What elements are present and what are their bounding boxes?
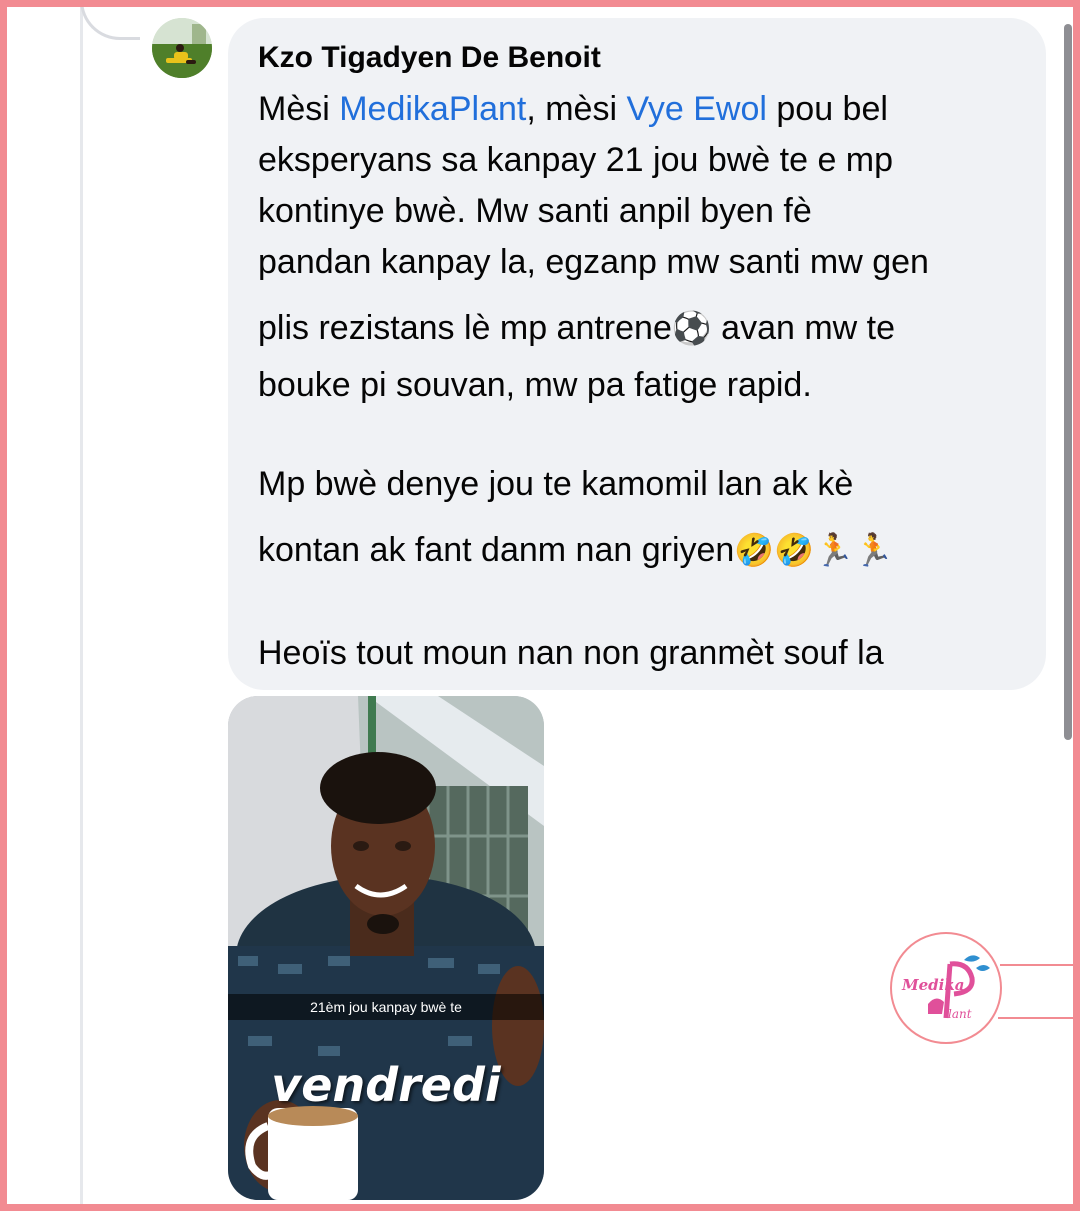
author-avatar[interactable] <box>152 18 212 78</box>
comment-bubble: Kzo Tigadyen De Benoit Mèsi MedikaPlant,… <box>228 18 1046 690</box>
comment-text: kontan ak fant danm nan griyen <box>258 531 735 569</box>
laughing-running-emoji-icon: 🤣🤣🏃🏃 <box>734 532 894 568</box>
comment-text: avan mw te <box>711 309 896 347</box>
comment-line: pandan kanpay la, egzanp mw santi mw gen <box>258 243 929 281</box>
comment-author[interactable]: Kzo Tigadyen De Benoit <box>258 40 1016 76</box>
comment-line: Mp bwè denye jou te kamomil lan ak kè <box>258 465 854 503</box>
comment-text: pou bel <box>766 90 888 128</box>
comment-text: , mèsi <box>526 90 627 128</box>
photo-day-text: vendredi <box>271 1058 501 1112</box>
comment-line: plis rezistans lè mp antrene⚽ avan mw te <box>258 296 1016 360</box>
comment-line: Mèsi MedikaPlant, mèsi Vye Ewol pou bel <box>258 84 1016 135</box>
comment-line: kontan ak fant danm nan griyen🤣🤣🏃🏃 <box>258 518 1016 582</box>
comment-text: plis rezistans lè mp antrene <box>258 309 672 347</box>
thread-line <box>80 0 83 1211</box>
comment-line: bouke pi souvan, mw pa fatige rapid. <box>258 366 812 404</box>
mention-link[interactable]: MedikaPlant <box>339 90 526 128</box>
mention-link[interactable]: Vye Ewol <box>626 90 766 128</box>
thread-connector <box>80 0 140 40</box>
logo-line <box>998 1017 1073 1019</box>
logo-line <box>1000 964 1073 966</box>
comment-body: Mèsi MedikaPlant, mèsi Vye Ewol pou bel … <box>258 84 1016 679</box>
medikaplant-logo: Medika lant <box>890 932 1002 1044</box>
photo-caption: 21èm jou kanpay bwè te <box>228 994 544 1020</box>
attached-photo[interactable]: 21èm jou kanpay bwè te vendredi <box>228 696 544 1200</box>
comment-line: Heoïs tout moun nan non granmèt souf la <box>258 634 884 672</box>
comment-line: kontinye bwè. Mw santi anpil byen fè <box>258 192 812 230</box>
soccer-ball-icon: ⚽ <box>671 310 712 346</box>
svg-text:lant: lant <box>948 1007 972 1021</box>
comment-line: eksperyans sa kanpay 21 jou bwè te e mp <box>258 141 894 179</box>
scrollbar[interactable] <box>1064 24 1072 740</box>
comment-text: Mèsi <box>258 90 340 128</box>
svg-text:Medika: Medika <box>901 976 964 994</box>
